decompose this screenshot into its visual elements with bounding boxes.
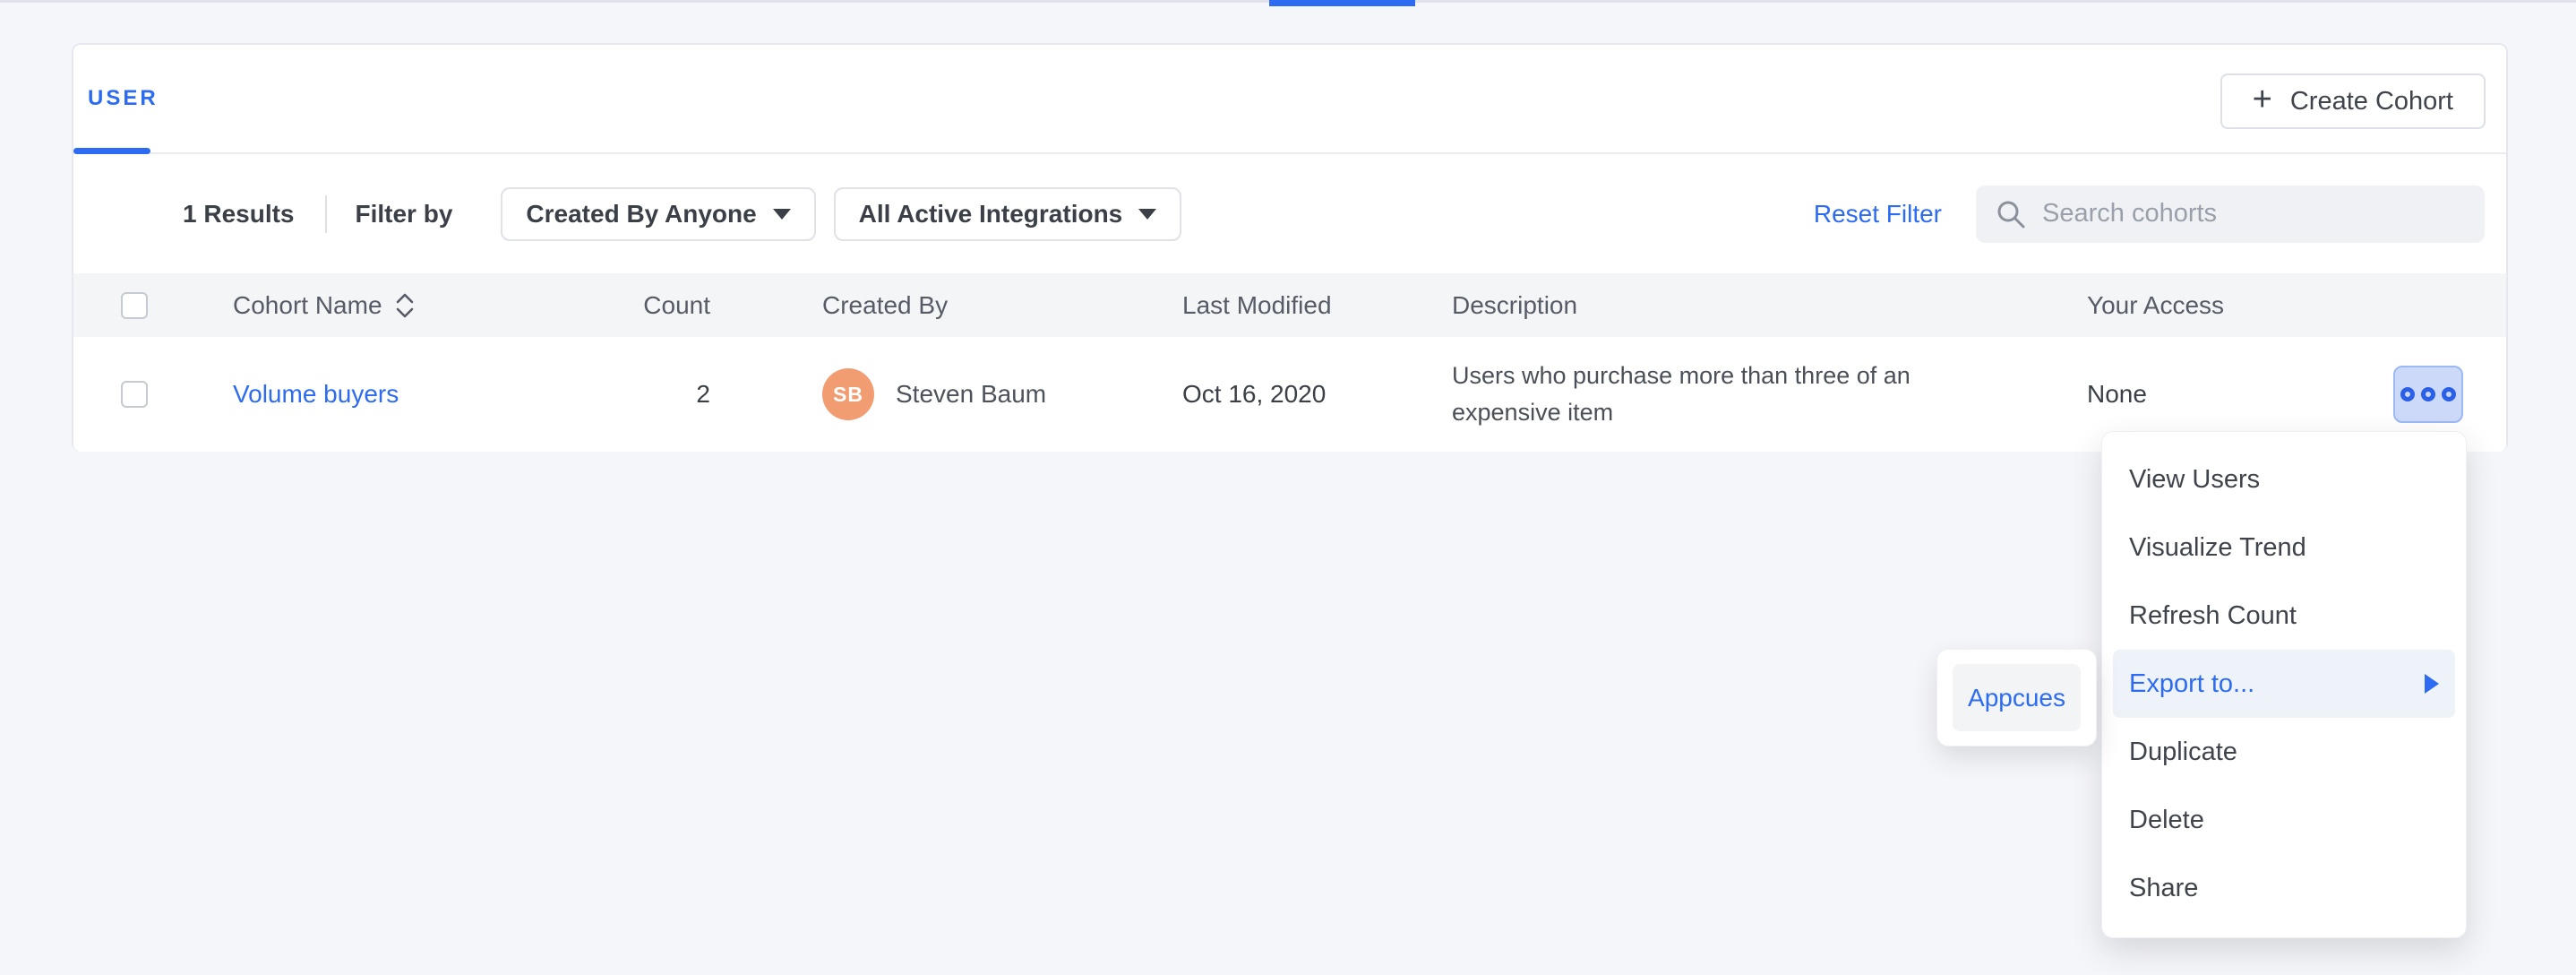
created-by-filter-label: Created By Anyone [526, 200, 756, 229]
three-dots-icon [2442, 387, 2456, 401]
chevron-down-icon [1138, 209, 1156, 220]
triangle-right-icon [2425, 674, 2439, 694]
menu-item-export-to[interactable]: Export to... [2113, 650, 2455, 718]
tab-user[interactable]: USER [73, 45, 180, 152]
tab-active-underline [73, 148, 150, 154]
filter-by-label: Filter by [356, 200, 453, 229]
magnifier-icon [1996, 199, 2026, 229]
row-actions-button[interactable] [2393, 366, 2463, 423]
three-dots-icon [2400, 387, 2415, 401]
menu-item-duplicate[interactable]: Duplicate [2113, 718, 2455, 786]
row-actions-menu: View Users Visualize Trend Refresh Count… [2102, 432, 2466, 937]
three-dots-icon [2421, 387, 2435, 401]
menu-item-share[interactable]: Share [2113, 854, 2455, 922]
vertical-divider [325, 195, 327, 233]
tab-user-label: USER [88, 86, 159, 111]
cohorts-panel: USER + Create Cohort 1 Results Filter by… [72, 43, 2508, 452]
menu-item-visualize-trend[interactable]: Visualize Trend [2113, 513, 2455, 582]
menu-item-refresh-count[interactable]: Refresh Count [2113, 582, 2455, 650]
menu-item-view-users[interactable]: View Users [2113, 445, 2455, 513]
chevron-down-icon [773, 209, 791, 220]
active-nav-tab-indicator [1269, 0, 1415, 6]
column-description[interactable]: Description [1452, 291, 2025, 320]
top-divider [0, 0, 2576, 3]
search-cohorts-input[interactable] [2042, 199, 2465, 229]
export-submenu: Appcues [1937, 650, 2096, 746]
cohort-name-link[interactable]: Volume buyers [233, 380, 399, 409]
avatar: SB [822, 368, 874, 420]
integrations-filter-label: All Active Integrations [859, 200, 1123, 229]
reset-filter-link[interactable]: Reset Filter [1814, 200, 1942, 229]
table-header: Cohort Name Count Created By Last Modifi… [73, 273, 2506, 337]
created-by-name: Steven Baum [896, 380, 1046, 409]
create-cohort-label: Create Cohort [2290, 87, 2453, 116]
menu-item-delete[interactable]: Delete [2113, 786, 2455, 854]
column-created-by[interactable]: Created By [822, 291, 1182, 320]
results-count: 1 Results [183, 200, 295, 229]
integrations-filter-dropdown[interactable]: All Active Integrations [834, 187, 1182, 241]
created-by-filter-dropdown[interactable]: Created By Anyone [501, 187, 815, 241]
filter-bar: 1 Results Filter by Created By Anyone Al… [73, 154, 2506, 273]
tab-bar: USER + Create Cohort [73, 45, 2506, 154]
column-cohort-name[interactable]: Cohort Name [233, 291, 382, 320]
cohort-count: 2 [621, 380, 710, 409]
search-box [1976, 186, 2485, 243]
cohorts-page: USER + Create Cohort 1 Results Filter by… [0, 0, 2576, 975]
submenu-item-appcues[interactable]: Appcues [1953, 664, 2081, 731]
last-modified-date: Oct 16, 2020 [1182, 380, 1452, 409]
sort-arrows-icon[interactable] [395, 293, 415, 318]
column-count[interactable]: Count [621, 291, 710, 320]
cohort-description: Users who purchase more than three of an… [1452, 358, 1973, 431]
plus-icon: + [2253, 82, 2272, 116]
column-last-modified[interactable]: Last Modified [1182, 291, 1452, 320]
row-checkbox[interactable] [121, 381, 148, 408]
select-all-checkbox[interactable] [121, 292, 148, 319]
your-access-value: None [2087, 380, 2393, 409]
column-your-access[interactable]: Your Access [2087, 291, 2393, 320]
create-cohort-button[interactable]: + Create Cohort [2220, 73, 2486, 129]
